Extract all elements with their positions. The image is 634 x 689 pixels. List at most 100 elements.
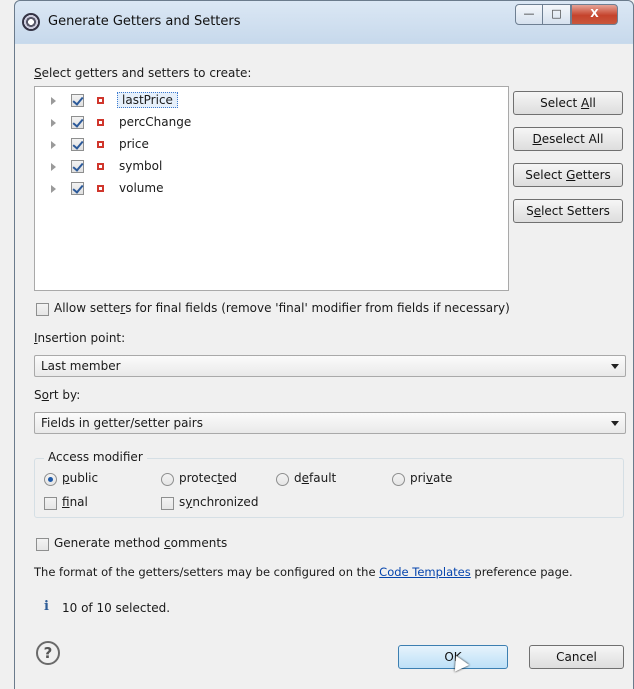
protected-label[interactable]: protected (179, 471, 237, 485)
public-label[interactable]: public (62, 471, 98, 485)
chevron-down-icon[interactable] (611, 421, 619, 426)
field-checkbox[interactable] (71, 182, 84, 195)
tree-item-percChange[interactable]: percChange (35, 113, 505, 133)
field-checkbox[interactable] (71, 116, 84, 129)
sort-by-label: Sort by: (34, 388, 80, 402)
eclipse-app-icon (22, 13, 40, 31)
mnemonic: f (62, 495, 70, 509)
field-checkbox[interactable] (71, 160, 84, 173)
note-text: The format of the getters/setters may be… (34, 565, 380, 579)
access-modifier-group (34, 458, 624, 518)
insertion-point-label: Insertion point: (34, 331, 125, 345)
final-label[interactable]: final (62, 495, 88, 509)
fields-tree[interactable]: lastPrice percChange price symbol volume (34, 86, 509, 291)
note-text: preference page. (470, 565, 573, 579)
label-part: ll (589, 96, 596, 110)
field-name[interactable]: symbol (119, 159, 162, 173)
field-checkbox[interactable] (71, 138, 84, 151)
tree-item-lastPrice[interactable]: lastPrice (35, 91, 505, 111)
field-name[interactable]: percChange (119, 115, 191, 129)
help-icon[interactable]: ? (36, 641, 60, 665)
mnemonic: G (566, 168, 576, 182)
close-button[interactable]: X (571, 4, 618, 25)
minimize-button[interactable]: — (515, 4, 543, 25)
public-radio[interactable] (44, 473, 57, 486)
allow-setters-label[interactable]: Allow setters for final fields (remove '… (54, 301, 510, 315)
mnemonic: v (425, 471, 433, 485)
mnemonic: p (62, 471, 70, 485)
private-field-icon (97, 119, 104, 126)
private-field-icon (97, 185, 104, 192)
label-part: Select (540, 96, 581, 110)
mnemonic: e (533, 204, 542, 218)
chevron-down-icon[interactable] (611, 364, 619, 369)
final-checkbox[interactable] (44, 497, 57, 510)
mnemonic: o (41, 388, 49, 402)
private-label[interactable]: private (410, 471, 452, 485)
label-part: protec (179, 471, 218, 485)
expand-arrow-icon[interactable] (51, 119, 56, 127)
synchronized-checkbox[interactable] (161, 497, 174, 510)
tree-item-price[interactable]: price (35, 135, 505, 155)
label-part: ublic (69, 471, 99, 485)
generate-comments-label[interactable]: Generate method comments (54, 536, 227, 550)
label-part: eselect All (541, 132, 604, 146)
mnemonic: c (164, 536, 171, 550)
default-radio[interactable] (276, 473, 289, 486)
label-part: d (294, 471, 302, 485)
mnemonic: e (301, 471, 310, 485)
select-setters-button[interactable]: Select Setters (513, 199, 623, 223)
expand-arrow-icon[interactable] (51, 141, 56, 149)
label-part: lect Setters (541, 204, 610, 218)
field-name[interactable]: lastPrice (117, 92, 178, 108)
expand-arrow-icon[interactable] (51, 163, 56, 171)
label-part: Generate method (54, 536, 165, 550)
label-part: S (526, 204, 534, 218)
label-part: omments (170, 536, 228, 550)
field-checkbox[interactable] (71, 94, 84, 107)
expand-arrow-icon[interactable] (51, 97, 56, 105)
select-getters-button[interactable]: Select Getters (513, 163, 623, 187)
info-icon: i (44, 599, 49, 614)
sort-by-value: Fields in getter/setter pairs (41, 416, 203, 430)
tree-item-symbol[interactable]: symbol (35, 157, 505, 177)
label-part: inal (69, 495, 88, 509)
sort-by-select[interactable]: Fields in getter/setter pairs (34, 412, 626, 434)
label-part: S (34, 388, 42, 402)
select-all-button[interactable]: Select All (513, 91, 623, 115)
private-field-icon (97, 141, 104, 148)
deselect-all-button[interactable]: Deselect All (513, 127, 623, 151)
field-name[interactable]: volume (119, 181, 163, 195)
access-modifier-legend: Access modifier (44, 450, 147, 464)
mnemonic: S (34, 66, 42, 80)
maximize-button[interactable]: □ (543, 4, 571, 25)
mnemonic: D (532, 132, 542, 146)
label-part: Select (525, 168, 567, 182)
label-part: rt by: (48, 388, 81, 402)
insertion-point-select[interactable]: Last member (34, 355, 626, 377)
selection-status: 10 of 10 selected. (62, 601, 171, 615)
private-field-icon (97, 163, 104, 170)
default-label[interactable]: default (294, 471, 336, 485)
code-templates-link[interactable]: Code Templates (379, 565, 471, 579)
generate-comments-checkbox[interactable] (36, 538, 49, 551)
label-part: nsertion point: (37, 331, 126, 345)
private-radio[interactable] (392, 473, 405, 486)
insertion-point-value: Last member (41, 359, 121, 373)
allow-setters-checkbox[interactable] (36, 303, 49, 316)
select-getters-setters-label: Select getters and setters to create: (34, 66, 251, 80)
label-part: s for final fields (remove 'final' modif… (125, 301, 510, 315)
tree-item-volume[interactable]: volume (35, 179, 505, 199)
protected-radio[interactable] (161, 473, 174, 486)
private-field-icon (97, 97, 104, 104)
label-part: elect getters and setters to create: (41, 66, 252, 80)
label-part: etters (575, 168, 611, 182)
cancel-button[interactable]: Cancel (529, 645, 624, 669)
synchronized-label[interactable]: synchronized (179, 495, 258, 509)
field-name[interactable]: price (119, 137, 149, 151)
label-part: fault (309, 471, 337, 485)
label-part: nchronized (192, 495, 259, 509)
label-part: ed (222, 471, 238, 485)
expand-arrow-icon[interactable] (51, 185, 56, 193)
code-templates-note: The format of the getters/setters may be… (34, 565, 573, 579)
